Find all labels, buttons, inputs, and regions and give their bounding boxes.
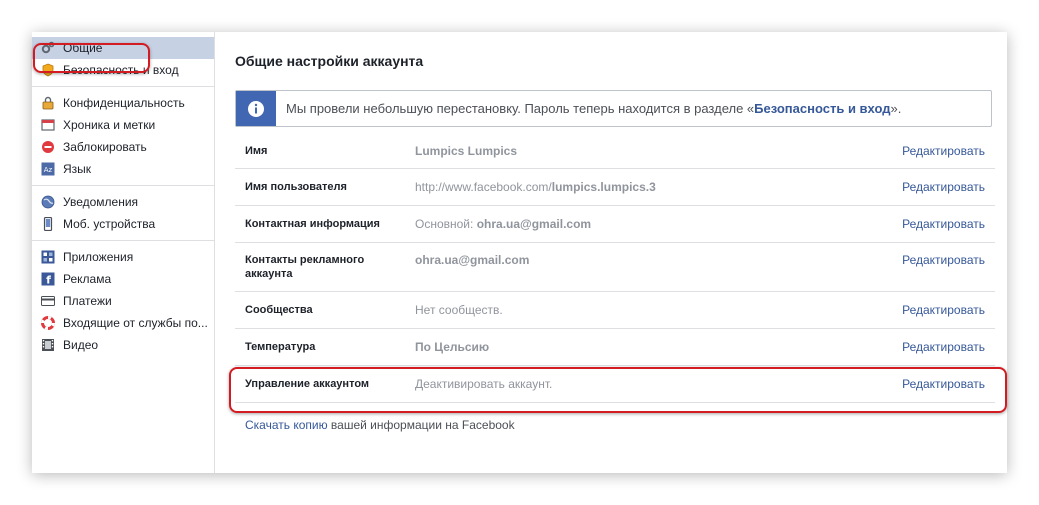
download-info-footer: Скачать копию вашей информации на Facebo…	[245, 418, 515, 432]
edit-contact-link[interactable]: Редактировать	[902, 217, 985, 231]
sidebar-item-label: Конфиденциальность	[63, 96, 185, 110]
sidebar-item-label: Входящие от службы по...	[63, 316, 208, 330]
settings-table: Имя Lumpics Lumpics Редактировать Имя по…	[235, 133, 995, 403]
table-row-communities: Сообщества Нет сообществ. Редактировать	[235, 292, 995, 329]
sidebar-item-label: Приложения	[63, 250, 134, 264]
edit-name-link[interactable]: Редактировать	[902, 144, 985, 158]
sidebar-item-privacy[interactable]: Конфиденциальность	[32, 92, 214, 114]
timeline-icon	[41, 118, 55, 132]
row-value-bold: ohra.ua@gmail.com	[476, 217, 592, 231]
notice-security-link[interactable]: Безопасность и вход	[754, 101, 890, 116]
phone-icon	[41, 217, 55, 231]
film-icon	[41, 338, 55, 352]
card-icon	[41, 294, 55, 308]
row-value-prefix: http://www.facebook.com/	[415, 180, 552, 194]
sidebar-item-label: Моб. устройства	[63, 217, 156, 231]
svg-text:f: f	[46, 274, 51, 287]
sidebar-item-timeline[interactable]: Хроника и метки	[32, 114, 214, 136]
info-icon	[248, 100, 264, 117]
footer-text: вашей информации на Facebook	[327, 418, 515, 432]
sidebar-item-support-inbox[interactable]: Входящие от службы по...	[32, 312, 214, 334]
row-value-bold: lumpics.lumpics.3	[551, 180, 656, 194]
row-label: Контакты рекламного аккаунта	[245, 254, 365, 280]
table-row-contact: Контактная информация Основной: ohra.ua@…	[235, 206, 995, 243]
sidebar-item-label: Видео	[63, 338, 99, 352]
sidebar-item-notifications[interactable]: Уведомления	[32, 191, 214, 213]
edit-communities-link[interactable]: Редактировать	[902, 303, 985, 317]
table-row-temperature: Температура По Цельсию Редактировать	[235, 329, 995, 366]
download-copy-link[interactable]: Скачать копию	[245, 418, 328, 432]
row-label: Имя	[245, 145, 268, 157]
row-value: ohra.ua@gmail.com	[415, 253, 530, 267]
apps-icon	[41, 250, 55, 264]
sidebar-item-video[interactable]: Видео	[32, 334, 214, 356]
row-label: Сообщества	[245, 304, 313, 316]
sidebar-item-label: Хроника и метки	[63, 118, 156, 132]
sidebar-item-label: Язык	[63, 162, 92, 176]
sidebar-item-mobile[interactable]: Моб. устройства	[32, 213, 214, 235]
row-value: Нет сообществ.	[415, 303, 503, 317]
edit-ad-contacts-link[interactable]: Редактировать	[902, 253, 985, 267]
sidebar-group-3: Уведомления Моб. устройства	[32, 186, 214, 241]
sidebar-item-label: Платежи	[63, 294, 112, 308]
edit-temperature-link[interactable]: Редактировать	[902, 340, 985, 354]
sidebar-item-label: Заблокировать	[63, 140, 147, 154]
row-value: http://www.facebook.com/lumpics.lumpics.…	[415, 180, 656, 194]
edit-username-link[interactable]: Редактировать	[902, 180, 985, 194]
row-value: Основной: ohra.ua@gmail.com	[415, 217, 591, 231]
lock-icon	[41, 96, 55, 110]
info-icon-bar	[236, 91, 276, 126]
sidebar-item-label: Реклама	[63, 272, 112, 286]
highlight-account-management-outline	[229, 367, 1007, 413]
sidebar-item-language[interactable]: Az Язык	[32, 158, 214, 180]
row-label: Контактная информация	[245, 218, 380, 230]
sidebar-item-ads[interactable]: f Реклама	[32, 268, 214, 290]
sidebar-group-4: Приложения f Реклама Платежи Входящие от…	[32, 241, 214, 361]
row-label: Имя пользователя	[245, 181, 347, 193]
sidebar-item-apps[interactable]: Приложения	[32, 246, 214, 268]
highlight-general-outline	[33, 43, 150, 73]
sidebar-item-label: Уведомления	[63, 195, 139, 209]
table-row-ad-contacts: Контакты рекламного аккаунта ohra.ua@gma…	[235, 243, 995, 292]
sidebar-group-2: Конфиденциальность Хроника и метки Забло…	[32, 87, 214, 186]
settings-sidebar: Общие Безопасность и вход Конфиденциальн…	[32, 32, 215, 473]
language-icon: Az	[41, 162, 55, 176]
ads-icon: f	[41, 272, 55, 286]
sidebar-item-block[interactable]: Заблокировать	[32, 136, 214, 158]
row-label: Температура	[245, 341, 316, 353]
row-value: По Цельсию	[415, 340, 490, 354]
row-value: Lumpics Lumpics	[415, 144, 518, 158]
svg-text:Az: Az	[44, 166, 53, 174]
sidebar-item-payments[interactable]: Платежи	[32, 290, 214, 312]
info-notice: Мы провели небольшую перестановку. Парол…	[235, 90, 992, 127]
table-row-username: Имя пользователя http://www.facebook.com…	[235, 169, 995, 206]
block-icon	[41, 140, 55, 154]
notice-text-before: Мы провели небольшую перестановку. Парол…	[286, 101, 755, 116]
notice-text: Мы провели небольшую перестановку. Парол…	[276, 101, 901, 116]
notice-text-after: ».	[890, 101, 902, 116]
lifebuoy-icon	[41, 316, 55, 330]
globe-icon	[41, 195, 55, 209]
row-value-prefix: Основной:	[415, 217, 477, 231]
table-row-name: Имя Lumpics Lumpics Редактировать	[235, 133, 995, 169]
page-title: Общие настройки аккаунта	[235, 53, 424, 69]
